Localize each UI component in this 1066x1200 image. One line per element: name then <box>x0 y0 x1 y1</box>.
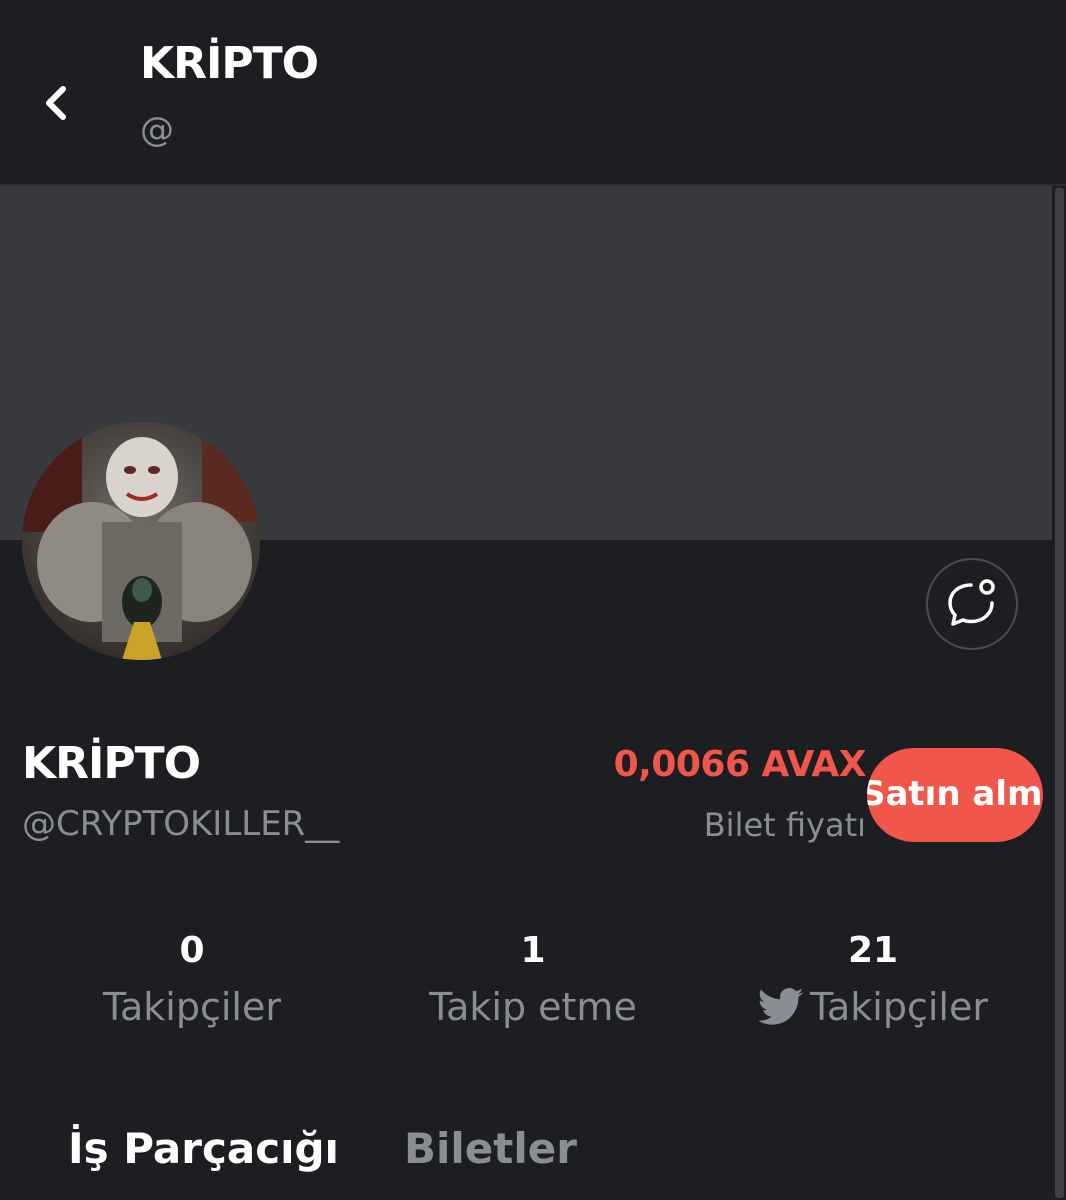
tab-threads[interactable]: İş Parçacığı <box>68 1124 339 1173</box>
buy-button-label: Satın almak <box>867 774 1043 814</box>
scrollbar[interactable] <box>1055 188 1064 1198</box>
ticket-price: 0,0066 AVAX <box>613 744 867 785</box>
twitter-followers-count: 21 <box>847 930 899 971</box>
tab-tickets[interactable]: Biletler <box>404 1124 577 1173</box>
page-subtitle: @ <box>140 110 174 150</box>
following-stat[interactable]: 1 Takip etme <box>420 930 646 1029</box>
buy-button[interactable]: Satın almak <box>867 748 1043 842</box>
page-title: KRİPTO <box>140 38 319 89</box>
top-bar: KRİPTO @ <box>0 0 1066 186</box>
profile-name: KRİPTO <box>22 738 201 789</box>
ticket-price-label: Bilet fiyatı <box>703 806 866 844</box>
followers-stat[interactable]: 0 Takipçiler <box>92 930 292 1029</box>
avatar[interactable] <box>22 422 260 660</box>
following-label: Takip etme <box>429 985 637 1029</box>
twitter-followers-stat[interactable]: 21 Takipçiler <box>748 930 998 1029</box>
followers-label: Takipçiler <box>103 985 281 1029</box>
chat-bubble-icon <box>948 579 995 626</box>
back-button[interactable] <box>30 78 80 128</box>
chat-button[interactable] <box>926 558 1018 650</box>
chevron-left-icon <box>46 86 66 120</box>
following-count: 1 <box>520 930 546 971</box>
avatar-image <box>22 422 260 660</box>
twitter-followers-label: Takipçiler <box>810 985 988 1029</box>
twitter-bird-icon <box>758 988 804 1025</box>
followers-count: 0 <box>179 930 205 971</box>
profile-handle: @CRYPTOKILLER__ <box>22 804 340 844</box>
